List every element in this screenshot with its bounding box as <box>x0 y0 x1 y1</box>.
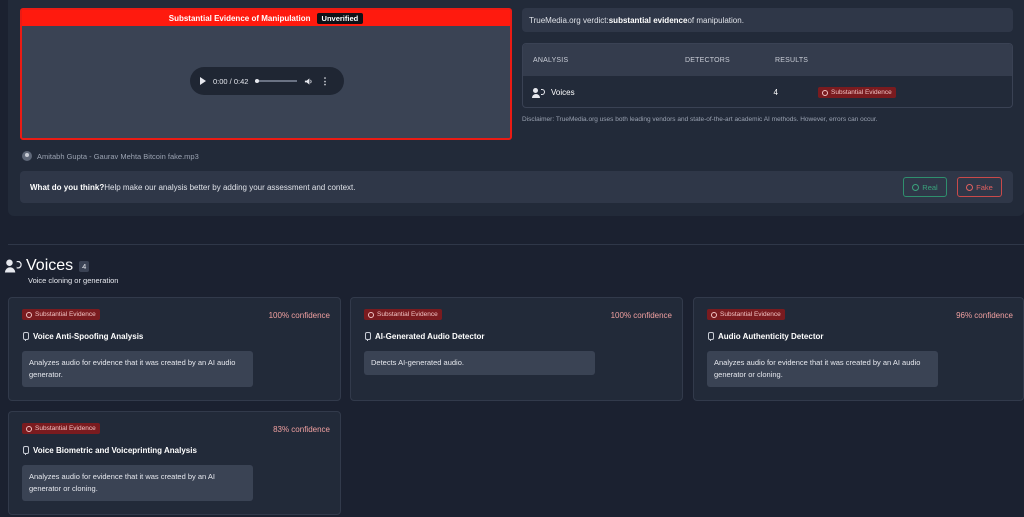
detector-card: Substantial Evidence 100% confidence Voi… <box>8 297 341 401</box>
real-button[interactable]: Real <box>903 177 947 197</box>
check-circle-icon <box>912 183 920 191</box>
row-analysis-label: Voices <box>551 88 575 97</box>
analysis-row-voices[interactable]: Voices 4 Substantial Evidence <box>523 76 1012 107</box>
manipulation-banner: Substantial Evidence of Manipulation Unv… <box>22 10 510 26</box>
fake-button[interactable]: Fake <box>957 177 1002 197</box>
more-options-icon[interactable]: ⋮ <box>320 76 329 87</box>
header-analysis: ANALYSIS <box>533 56 569 64</box>
voices-section-icon <box>4 259 22 273</box>
verdict-bar: TrueMedia.org verdict: substantial evide… <box>522 8 1013 32</box>
header-results: RESULTS <box>775 56 809 64</box>
mic-icon <box>707 332 714 341</box>
section-title: Voices <box>26 257 74 274</box>
confidence: 96% confidence <box>956 311 1013 320</box>
row-result-cell: Substantial Evidence <box>778 87 896 98</box>
card-title-text: Audio Authenticity Detector <box>718 332 824 341</box>
unverified-badge: Unverified <box>316 12 364 24</box>
section-header: Voices 4 <box>4 257 90 275</box>
media-preview: Substantial Evidence of Manipulation Unv… <box>20 8 512 140</box>
status-badge: Substantial Evidence <box>22 423 100 434</box>
alert-circle-icon <box>26 425 32 432</box>
alert-circle-icon <box>26 311 32 318</box>
card-title: Audio Authenticity Detector <box>707 332 823 341</box>
alert-circle-icon <box>711 311 717 318</box>
analysis-table-header: ANALYSIS DETECTORS RESULTS <box>523 44 1012 76</box>
verdict-prefix: TrueMedia.org verdict: <box>529 15 609 25</box>
status-badge: Substantial Evidence <box>364 309 442 320</box>
confidence: 100% confidence <box>268 311 330 320</box>
badge-label: Substantial Evidence <box>35 425 96 432</box>
detector-count-badge: 4 <box>79 260 90 272</box>
real-label: Real <box>922 182 938 192</box>
header-detectors: DETECTORS <box>685 56 730 64</box>
card-description: Analyzes audio for evidence that it was … <box>707 351 938 387</box>
voices-icon <box>532 87 545 98</box>
card-title: AI-Generated Audio Detector <box>364 332 485 341</box>
status-badge: Substantial Evidence <box>22 309 100 320</box>
alert-circle-icon <box>822 89 828 96</box>
verdict-strong: substantial evidence <box>608 15 688 25</box>
detector-card: Substantial Evidence 83% confidence Voic… <box>8 411 341 515</box>
mic-icon <box>22 332 29 341</box>
badge-label: Substantial Evidence <box>720 311 781 318</box>
banner-title: Substantial Evidence of Manipulation <box>168 13 311 23</box>
card-description: Detects AI-generated audio. <box>364 351 595 375</box>
user-icon <box>22 151 32 161</box>
row-result-label: Substantial Evidence <box>831 89 892 96</box>
fake-label: Fake <box>976 182 993 192</box>
audio-time: 0:00 / 0:42 <box>213 76 249 86</box>
confidence: 100% confidence <box>610 311 672 320</box>
status-badge: Substantial Evidence <box>818 87 896 98</box>
section-subtitle: Voice cloning or generation <box>28 276 119 285</box>
card-title-text: Voice Biometric and Voiceprinting Analys… <box>33 446 197 455</box>
card-title: Voice Biometric and Voiceprinting Analys… <box>22 446 197 455</box>
card-description: Analyzes audio for evidence that it was … <box>22 351 253 387</box>
badge-label: Substantial Evidence <box>35 311 96 318</box>
badge-label: Substantial Evidence <box>377 311 438 318</box>
audio-player[interactable]: 0:00 / 0:42 ⋮ <box>190 67 344 95</box>
card-title-text: AI-Generated Audio Detector <box>375 332 485 341</box>
verdict-suffix: of manipulation. <box>687 15 744 25</box>
alert-circle-icon <box>368 311 374 318</box>
play-icon[interactable] <box>200 77 206 85</box>
status-badge: Substantial Evidence <box>707 309 785 320</box>
card-description: Analyzes audio for evidence that it was … <box>22 465 253 501</box>
disclaimer: Disclaimer: TrueMedia.org uses both lead… <box>522 116 878 123</box>
analysis-table: ANALYSIS DETECTORS RESULTS Voices 4 Subs… <box>522 43 1013 108</box>
volume-icon[interactable] <box>304 77 313 86</box>
card-title-text: Voice Anti-Spoofing Analysis <box>33 332 144 341</box>
seek-bar[interactable] <box>255 79 298 83</box>
detector-card: Substantial Evidence 100% confidence AI-… <box>350 297 683 401</box>
row-analysis-cell: Voices <box>523 87 675 98</box>
detector-card: Substantial Evidence 96% confidence Audi… <box>693 297 1024 401</box>
feedback-text: Help make our analysis better by adding … <box>104 182 356 192</box>
mic-icon <box>364 332 371 341</box>
confidence: 83% confidence <box>273 425 330 434</box>
file-info: Amitabh Gupta - Gaurav Mehta Bitcoin fak… <box>22 151 199 161</box>
feedback-question: What do you think? <box>30 182 105 192</box>
x-circle-icon <box>966 183 974 191</box>
file-name: Amitabh Gupta - Gaurav Mehta Bitcoin fak… <box>37 151 199 161</box>
feedback-bar: What do you think? Help make our analysi… <box>20 171 1013 203</box>
divider <box>8 244 1024 245</box>
card-title: Voice Anti-Spoofing Analysis <box>22 332 143 341</box>
mic-icon <box>22 446 29 455</box>
row-detectors: 4 <box>773 88 778 97</box>
